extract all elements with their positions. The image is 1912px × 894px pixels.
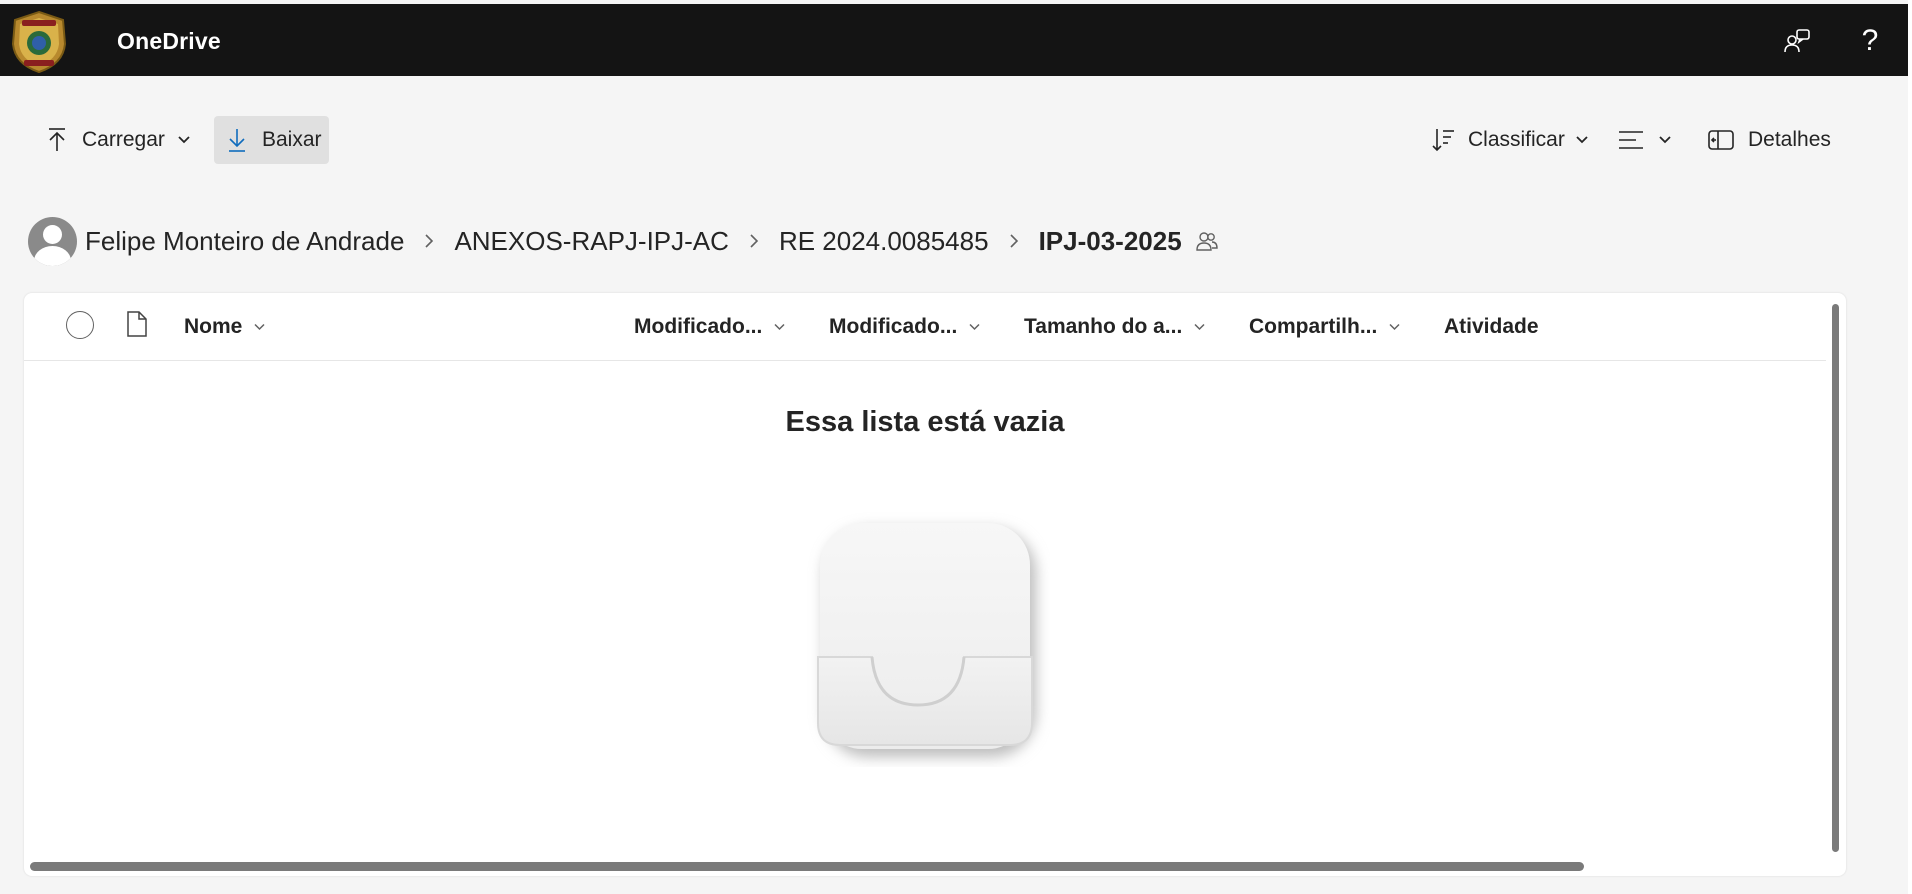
view-options-icon <box>1619 131 1643 149</box>
chevron-down-icon <box>178 136 190 144</box>
sort-label: Classificar <box>1468 128 1565 151</box>
file-type-icon[interactable] <box>126 310 148 338</box>
horizontal-scrollbar[interactable] <box>30 862 1584 871</box>
column-header-modified[interactable]: Modificado... <box>634 315 785 339</box>
upload-label: Carregar <box>82 128 165 151</box>
details-pane-icon <box>1708 130 1734 150</box>
select-all-checkbox[interactable] <box>66 311 94 339</box>
sort-icon <box>1432 129 1454 152</box>
feedback-icon[interactable] <box>1782 26 1812 56</box>
upload-button[interactable]: Carregar <box>46 116 191 164</box>
avatar[interactable] <box>28 216 77 266</box>
top-bar: OneDrive ? <box>0 4 1908 76</box>
vertical-scrollbar[interactable] <box>1832 304 1839 852</box>
chevron-down-icon <box>1389 323 1400 331</box>
column-header-modified-by[interactable]: Modificado... <box>829 315 980 339</box>
empty-state-title: Essa lista está vazia <box>785 406 1065 438</box>
chevron-down-icon <box>254 323 265 331</box>
download-button[interactable]: Baixar <box>214 116 329 164</box>
breadcrumb-item-subfolder[interactable]: RE 2024.0085485 <box>779 226 989 257</box>
breadcrumb-current: IPJ-03-2025 <box>1038 225 1182 256</box>
details-label: Detalhes <box>1748 128 1831 151</box>
column-header-nome[interactable]: Nome <box>184 315 265 339</box>
column-header-file-size[interactable]: Tamanho do a... <box>1024 315 1205 339</box>
details-button[interactable]: Detalhes <box>1708 116 1831 164</box>
app-window: OneDrive ? Carregar Baixar Classificar D… <box>0 0 1908 894</box>
breadcrumb: Felipe Monteiro de Andrade ANEXOS-RAPJ-I… <box>28 216 1218 266</box>
chevron-down-icon <box>969 323 980 331</box>
empty-folder-illustration <box>817 523 1036 757</box>
view-options-button[interactable] <box>1618 116 1672 164</box>
chevron-down-icon <box>1194 323 1205 331</box>
chevron-down-icon <box>774 323 785 331</box>
chevron-down-icon <box>1659 136 1671 144</box>
upload-icon <box>49 128 65 151</box>
chevron-right-icon <box>1009 233 1019 249</box>
download-icon <box>229 129 245 152</box>
app-title[interactable]: OneDrive <box>117 28 221 55</box>
policia-federal-logo[interactable] <box>8 10 70 74</box>
chevron-right-icon <box>424 233 434 249</box>
column-header-activity[interactable]: Atividade <box>1444 315 1539 339</box>
sort-button[interactable]: Classificar <box>1432 116 1589 164</box>
breadcrumb-item-folder[interactable]: ANEXOS-RAPJ-IPJ-AC <box>454 226 729 257</box>
breadcrumb-item-owner[interactable]: Felipe Monteiro de Andrade <box>85 226 404 257</box>
list-header: Nome Modificado... Modificado... Tamanho… <box>24 293 1826 361</box>
chevron-right-icon <box>749 233 759 249</box>
column-header-sharing[interactable]: Compartilh... <box>1249 315 1400 339</box>
file-list-panel: Nome Modificado... Modificado... Tamanho… <box>24 293 1846 876</box>
download-label: Baixar <box>262 128 322 151</box>
chevron-down-icon <box>1576 136 1588 144</box>
shared-people-icon[interactable] <box>1195 230 1218 252</box>
help-icon[interactable]: ? <box>1855 26 1885 56</box>
